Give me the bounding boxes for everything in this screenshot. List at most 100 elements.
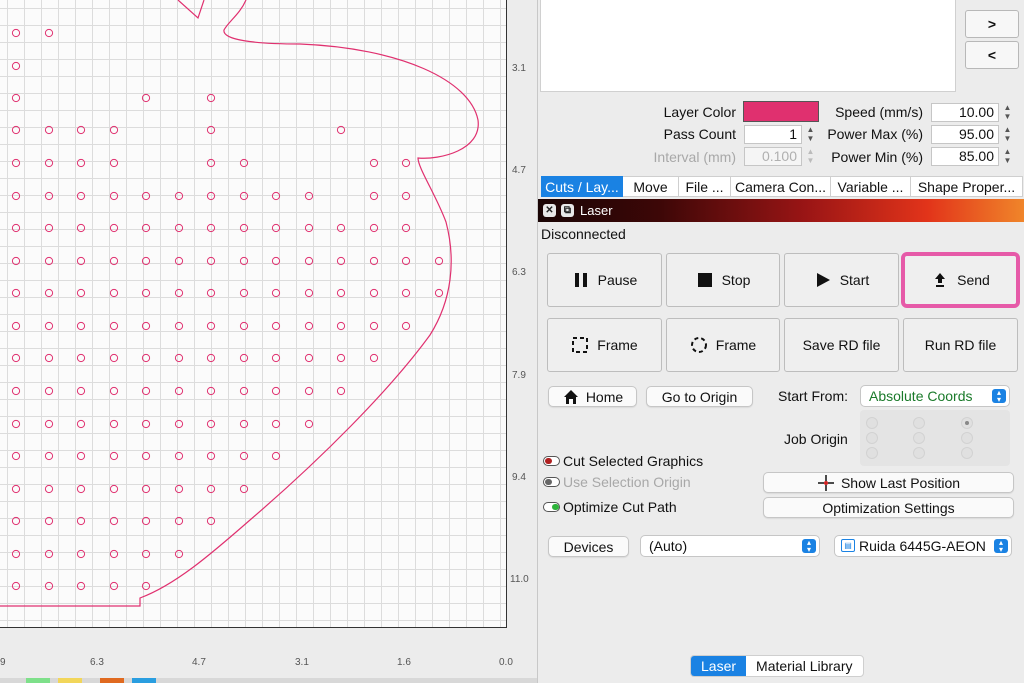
show-last-position-button[interactable]: Show Last Position [763,472,1014,493]
hole-circle[interactable] [239,451,249,461]
layer-list[interactable] [540,0,956,92]
start-from-select[interactable]: Absolute Coords ▴ ▾ [860,385,1010,407]
hole-circle[interactable] [109,125,119,135]
hole-circle[interactable] [239,256,249,266]
hole-circle[interactable] [11,484,21,494]
hole-circle[interactable] [174,191,184,201]
hole-circle[interactable] [174,223,184,233]
hole-circle[interactable] [11,256,21,266]
hole-circle[interactable] [206,386,216,396]
hole-circle[interactable] [206,419,216,429]
hole-circle[interactable] [336,321,346,331]
hole-circle[interactable] [109,353,119,363]
palette-swatch[interactable] [26,678,50,683]
hole-circle[interactable] [271,288,281,298]
hole-circle[interactable] [44,549,54,559]
hole-circle[interactable] [76,386,86,396]
hole-circle[interactable] [174,484,184,494]
hole-circle[interactable] [141,353,151,363]
hole-circle[interactable] [239,386,249,396]
hole-circle[interactable] [44,191,54,201]
hole-circle[interactable] [109,256,119,266]
hole-circle[interactable] [109,581,119,591]
layer-color-swatch[interactable] [743,101,819,122]
hole-circle[interactable] [174,549,184,559]
run-rd-file-button[interactable]: Run RD file [903,318,1018,372]
power-min-stepper[interactable]: ▲ ▼ [1002,147,1013,167]
hole-circle[interactable] [44,516,54,526]
hole-circle[interactable] [11,28,21,38]
tab-camera-control[interactable]: Camera Con... [731,176,831,197]
hole-circle[interactable] [239,484,249,494]
hole-circle[interactable] [336,386,346,396]
power-max-stepper[interactable]: ▲ ▼ [1002,125,1013,145]
hole-circle[interactable] [76,419,86,429]
hole-circle[interactable] [109,516,119,526]
canvas-area[interactable]: 3.1 4.7 6.3 7.9 9.4 11.0 9 6.3 4.7 3.1 1… [0,0,537,683]
hole-circle[interactable] [401,321,411,331]
hole-circle[interactable] [206,451,216,461]
pause-button[interactable]: Pause [547,253,662,307]
hole-circle[interactable] [109,321,119,331]
hole-circle[interactable] [434,256,444,266]
hole-circle[interactable] [239,191,249,201]
hole-circle[interactable] [11,353,21,363]
hole-circle[interactable] [369,288,379,298]
hole-circle[interactable] [271,419,281,429]
hole-circle[interactable] [11,386,21,396]
close-icon[interactable]: ✕ [543,204,556,217]
tab-file[interactable]: File ... [679,176,731,197]
tab-shape-properties[interactable]: Shape Proper... [911,176,1023,197]
hole-circle[interactable] [44,288,54,298]
hole-circle[interactable] [109,484,119,494]
hole-circle[interactable] [206,223,216,233]
hole-circle[interactable] [76,191,86,201]
hole-circle[interactable] [76,549,86,559]
hole-circle[interactable] [401,223,411,233]
hole-circle[interactable] [141,386,151,396]
hole-circle[interactable] [206,516,216,526]
toggle-switch-icon[interactable] [543,502,560,512]
hole-circle[interactable] [141,321,151,331]
hole-circle[interactable] [174,419,184,429]
origin-radio[interactable] [866,417,878,429]
hole-circle[interactable] [304,419,314,429]
hole-circle[interactable] [109,158,119,168]
hole-circle[interactable] [11,125,21,135]
hole-circle[interactable] [109,419,119,429]
pass-count-stepper[interactable]: ▲ ▼ [805,125,816,145]
hole-circle[interactable] [141,516,151,526]
stop-button[interactable]: Stop [666,253,780,307]
hole-circle[interactable] [44,125,54,135]
hole-circle[interactable] [336,288,346,298]
hole-circle[interactable] [206,93,216,103]
hole-circle[interactable] [271,451,281,461]
hole-circle[interactable] [174,256,184,266]
hole-circle[interactable] [44,353,54,363]
save-rd-file-button[interactable]: Save RD file [784,318,899,372]
hole-circle[interactable] [11,223,21,233]
hole-circle[interactable] [336,256,346,266]
frame-rect-button[interactable]: Frame [547,318,662,372]
palette-swatch[interactable] [58,678,82,683]
hole-circle[interactable] [271,386,281,396]
hole-circle[interactable] [206,353,216,363]
hole-circle[interactable] [174,288,184,298]
hole-circle[interactable] [336,125,346,135]
pass-count-field[interactable]: 1 [744,125,802,144]
hole-circle[interactable] [304,353,314,363]
hole-circle[interactable] [11,549,21,559]
hole-circle[interactable] [271,191,281,201]
hole-circle[interactable] [336,223,346,233]
hole-circle[interactable] [206,288,216,298]
hole-circle[interactable] [44,223,54,233]
origin-radio[interactable] [913,417,925,429]
palette-swatch[interactable] [100,678,124,683]
hole-circle[interactable] [206,191,216,201]
device-select[interactable]: ▤ Ruida 6445G-AEON ▴ ▾ [834,535,1012,557]
hole-circle[interactable] [141,223,151,233]
hole-circle[interactable] [44,419,54,429]
hole-circle[interactable] [141,191,151,201]
hole-circle[interactable] [44,386,54,396]
hole-circle[interactable] [11,451,21,461]
